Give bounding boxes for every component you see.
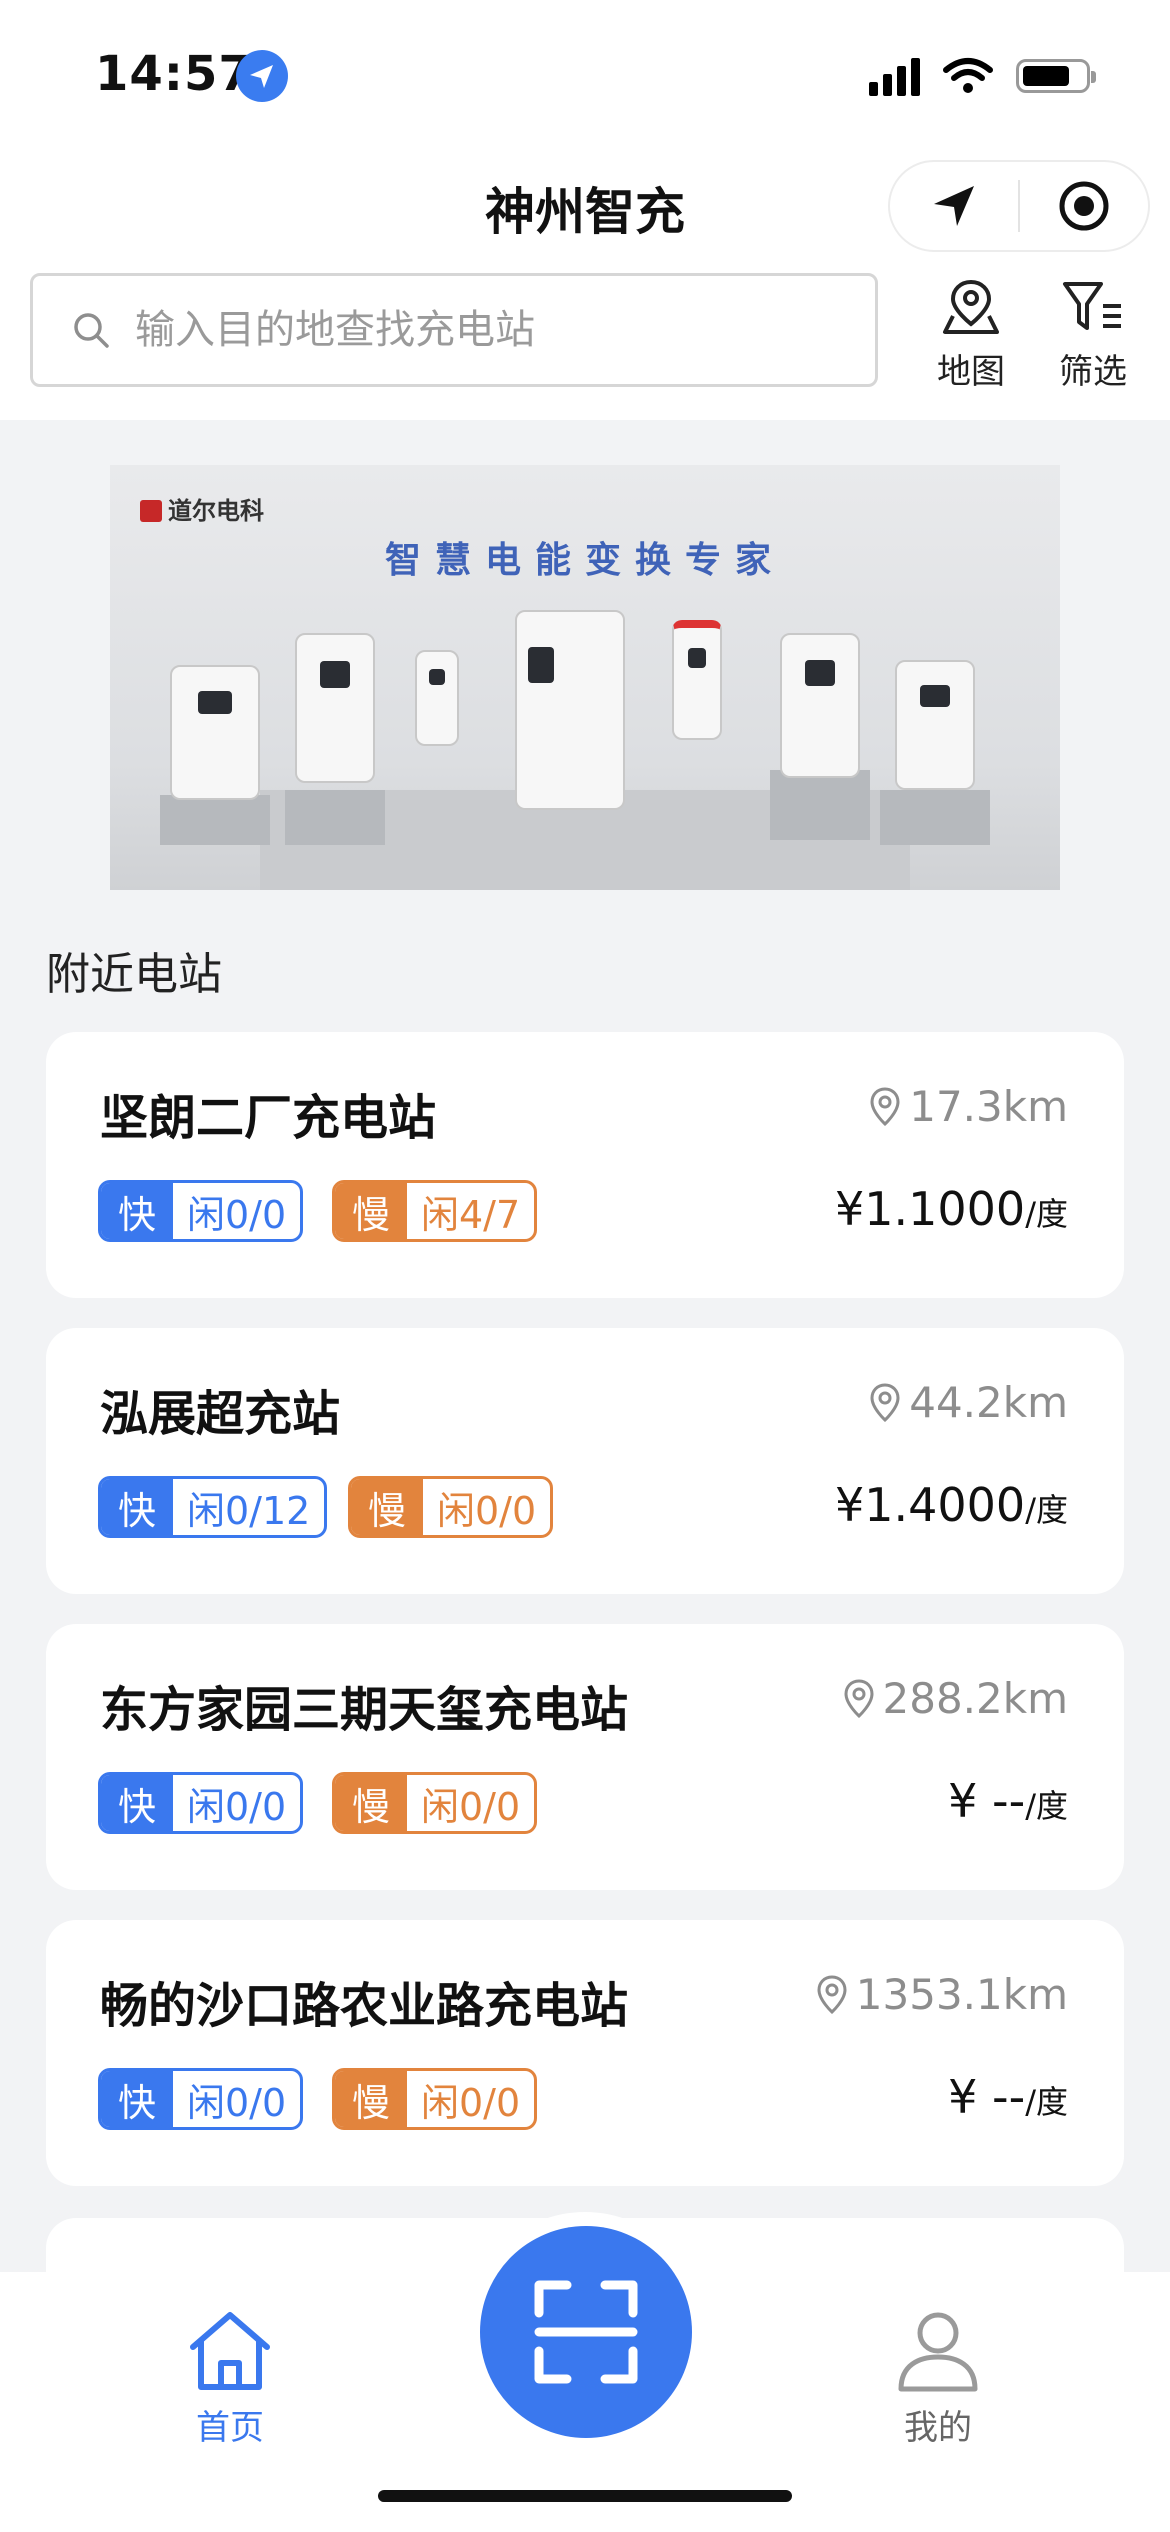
station-distance: 1353.1km (814, 1970, 1068, 2019)
banner-brand: 道尔电科 (140, 491, 264, 526)
station-name: 泓展超充站 (100, 1386, 341, 1442)
scan-icon (534, 2280, 638, 2384)
station-card[interactable]: 东方家园三期天玺充电站 288.2km 快闲0/0 慢闲0/0 ¥ --/度 (46, 1624, 1124, 1890)
station-price: ¥1.1000/度 (834, 1182, 1068, 1236)
slow-charger-tag: 慢闲0/0 (332, 2068, 538, 2130)
target-circle-icon[interactable] (1020, 162, 1148, 250)
banner-base (160, 795, 270, 845)
charger-image (415, 650, 459, 746)
home-indicator (378, 2490, 792, 2502)
location-active-icon (236, 50, 288, 102)
charger-image (515, 610, 625, 810)
station-price: ¥1.4000/度 (834, 1478, 1068, 1532)
wifi-icon (943, 58, 993, 93)
station-card[interactable]: 泓展超充站 44.2km 快闲0/12 慢闲0/0 ¥1.4000/度 (46, 1328, 1124, 1594)
charger-image (295, 633, 375, 783)
charger-image (895, 660, 975, 790)
scan-button[interactable] (480, 2226, 692, 2438)
charger-image (780, 633, 860, 778)
status-icons (869, 54, 1096, 98)
status-time: 14:57 (95, 46, 253, 102)
map-button[interactable]: 地图 (911, 272, 1031, 393)
location-pin-icon (870, 1382, 900, 1422)
banner-slogan: 智慧电能变换专家 (384, 540, 785, 581)
banner-base (285, 790, 385, 845)
search-input[interactable] (133, 306, 875, 354)
search-icon (71, 310, 111, 350)
station-card[interactable]: 坚朗二厂充电站 17.3km 快闲0/0 慢闲4/7 ¥1.1000/度 (46, 1032, 1124, 1298)
fast-charger-tag: 快闲0/12 (98, 1476, 328, 1538)
section-title-nearby: 附近电站 (46, 949, 222, 1000)
search-box[interactable] (30, 273, 878, 387)
home-icon (150, 2300, 310, 2400)
map-pin-icon (911, 272, 1031, 344)
station-distance: 288.2km (841, 1674, 1068, 1723)
map-label: 地图 (937, 352, 1005, 392)
navigation-arrow-icon[interactable] (890, 162, 1018, 250)
cellular-signal-icon (869, 56, 920, 96)
tab-mine-label: 我的 (904, 2408, 972, 2448)
charger-image (170, 665, 260, 800)
station-price: ¥ --/度 (948, 2070, 1068, 2124)
fast-charger-tag: 快闲0/0 (98, 1180, 304, 1242)
station-name: 东方家园三期天玺充电站 (100, 1682, 629, 1738)
station-name: 坚朗二厂充电站 (100, 1090, 437, 1146)
location-pin-icon (844, 1678, 874, 1718)
slow-charger-tag: 慢闲0/0 (332, 1772, 538, 1834)
station-distance: 17.3km (867, 1082, 1068, 1131)
station-name: 畅的沙口路农业路充电站 (100, 1978, 629, 2034)
battery-icon (1016, 59, 1096, 93)
location-pin-icon (870, 1086, 900, 1126)
charger-image (672, 620, 722, 740)
station-price: ¥ --/度 (948, 1774, 1068, 1828)
user-icon (858, 2300, 1018, 2400)
tab-mine[interactable]: 我的 (858, 2300, 1018, 2449)
fast-charger-tag: 快闲0/0 (98, 1772, 304, 1834)
slow-charger-tag: 慢闲0/0 (348, 1476, 554, 1538)
banner-base (880, 790, 990, 845)
station-distance: 44.2km (867, 1378, 1068, 1427)
tab-home[interactable]: 首页 (150, 2300, 310, 2449)
promo-banner[interactable]: 道尔电科 智慧电能变换专家 (110, 465, 1060, 890)
station-card[interactable]: 畅的沙口路农业路充电站 1353.1km 快闲0/0 慢闲0/0 ¥ --/度 (46, 1920, 1124, 2186)
banner-base (770, 770, 870, 840)
tab-home-label: 首页 (196, 2408, 264, 2448)
mini-program-capsule (888, 160, 1150, 252)
location-pin-icon (817, 1974, 847, 2014)
fast-charger-tag: 快闲0/0 (98, 2068, 304, 2130)
filter-button[interactable]: 筛选 (1033, 272, 1153, 393)
slow-charger-tag: 慢闲4/7 (332, 1180, 538, 1242)
filter-label: 筛选 (1059, 352, 1127, 392)
filter-icon (1033, 272, 1153, 344)
